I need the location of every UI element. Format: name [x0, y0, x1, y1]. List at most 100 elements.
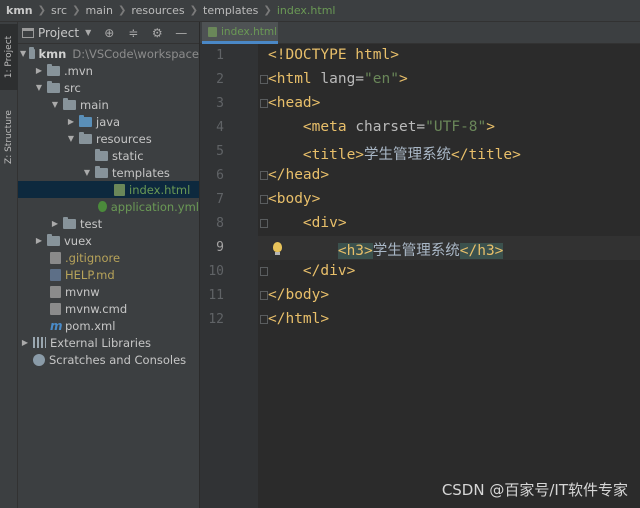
tree-item-resources[interactable]: ▼ resources [18, 130, 199, 147]
line-number: 6 [216, 168, 224, 183]
locate-icon[interactable]: ⊕ [103, 26, 115, 40]
line-number: 12 [208, 312, 224, 327]
chevron-right-icon: ❯ [189, 5, 199, 16]
dropdown-arrow-icon[interactable]: ▼ [85, 28, 91, 37]
code-line: <body> [268, 191, 321, 207]
chevron-down-icon[interactable]: ▼ [20, 49, 26, 58]
line-number: 3 [216, 96, 224, 111]
chevron-down-icon[interactable]: ▼ [50, 100, 60, 109]
resources-folder-icon [79, 131, 92, 144]
chevron-right-icon: ❯ [117, 5, 127, 16]
fold-marker-icon[interactable] [260, 99, 268, 108]
breadcrumb-item[interactable]: templates [203, 4, 258, 17]
line-number: 10 [208, 264, 224, 279]
tool-window-strip: 1: Project Z: Structure [0, 22, 18, 508]
code-line: </div> [302, 263, 356, 279]
chevron-down-icon[interactable]: ▼ [66, 134, 76, 143]
tree-item-vuex[interactable]: ▶ vuex [18, 232, 199, 249]
chevron-right-icon[interactable]: ▶ [34, 66, 44, 75]
breadcrumb-item-current[interactable]: index.html [277, 4, 336, 17]
chevron-down-icon[interactable]: ▼ [34, 83, 44, 92]
tree-item-external-libraries[interactable]: ▶ External Libraries [18, 334, 199, 351]
chevron-right-icon[interactable]: ▶ [34, 236, 44, 245]
scratches-icon [33, 353, 45, 366]
code-line-current: <h3>学生管理系统</h3> [337, 243, 504, 259]
tree-item-application-yml[interactable]: application.yml [18, 198, 199, 215]
code-line: <!DOCTYPE html> [268, 47, 399, 63]
fold-marker-icon[interactable] [260, 267, 268, 276]
text-file-icon [50, 251, 61, 264]
tree-item-help-md[interactable]: HELP.md [18, 266, 199, 283]
tree-item-pom-xml[interactable]: m pom.xml [18, 317, 199, 334]
tree-item-mvnw-cmd[interactable]: mvnw.cmd [18, 300, 199, 317]
folder-icon [63, 97, 76, 110]
editor-tab-bar: index.html [200, 22, 640, 44]
maven-icon: m [50, 318, 63, 333]
code-editor[interactable]: 1 2 3 4 5 6 7 8 9 10 11 12 <!DOCTYPE htm… [200, 44, 640, 508]
breadcrumb-item[interactable]: src [51, 4, 67, 17]
script-file-icon [50, 285, 61, 298]
tree-item-java[interactable]: ▶ java [18, 113, 199, 130]
code-line: <head> [268, 95, 321, 111]
chevron-right-icon: ❯ [72, 5, 81, 16]
tree-item-test[interactable]: ▶ test [18, 215, 199, 232]
tree-item-gitignore[interactable]: .gitignore [18, 249, 199, 266]
breadcrumb-item[interactable]: kmn [6, 4, 33, 17]
tree-item-mvn[interactable]: ▶ .mvn [18, 62, 199, 79]
project-view-selector[interactable]: Project [38, 26, 79, 40]
line-number: 4 [216, 120, 224, 135]
line-number: 2 [216, 72, 224, 87]
project-view-icon [22, 27, 34, 38]
folder-icon [95, 165, 108, 178]
fold-marker-icon[interactable] [260, 75, 268, 84]
fold-marker-icon[interactable] [260, 219, 268, 228]
chevron-right-icon: ❯ [263, 5, 272, 16]
line-number: 11 [208, 288, 224, 303]
code-line: </head> [268, 167, 330, 183]
matched-tag: </h3> [459, 243, 504, 259]
collapse-all-icon[interactable]: ≑ [127, 26, 139, 40]
code-line: </body> [268, 287, 330, 303]
fold-marker-icon[interactable] [260, 171, 268, 180]
breadcrumb-item[interactable]: resources [131, 4, 184, 17]
fold-marker-icon[interactable] [260, 195, 268, 204]
folder-icon [63, 216, 76, 229]
project-tree: ▼ kmn D:\VSCode\workspace ▶ .mvn ▼ src ▼… [18, 44, 199, 368]
tree-item-main[interactable]: ▼ main [18, 96, 199, 113]
folder-icon [95, 148, 108, 161]
yml-file-icon [98, 201, 107, 212]
folder-icon [47, 63, 60, 76]
hide-icon[interactable]: — [175, 26, 187, 40]
tree-item-mvnw[interactable]: mvnw [18, 283, 199, 300]
tree-item-scratches[interactable]: Scratches and Consoles [18, 351, 199, 368]
source-folder-icon [79, 114, 92, 127]
chevron-right-icon[interactable]: ▶ [20, 338, 30, 347]
folder-icon [47, 80, 60, 93]
line-number: 7 [216, 192, 224, 207]
tree-item-templates[interactable]: ▼ templates [18, 164, 199, 181]
code-line: <meta charset="UTF-8"> [302, 119, 495, 135]
tab-structure[interactable]: Z: Structure [0, 102, 18, 172]
line-number-current: 9 [216, 240, 224, 255]
line-number: 1 [216, 48, 224, 63]
tree-item-src[interactable]: ▼ src [18, 79, 199, 96]
gear-icon[interactable]: ⚙ [151, 26, 163, 40]
tree-item-kmn[interactable]: ▼ kmn D:\VSCode\workspace [18, 45, 199, 62]
chevron-right-icon[interactable]: ▶ [66, 117, 76, 126]
folder-icon [29, 46, 35, 59]
markdown-file-icon [50, 268, 61, 281]
tree-item-static[interactable]: static [18, 147, 199, 164]
breadcrumb: kmn ❯ src ❯ main ❯ resources ❯ templates… [0, 0, 640, 22]
fold-marker-icon[interactable] [260, 315, 268, 324]
breadcrumb-item[interactable]: main [85, 4, 112, 17]
fold-marker-icon[interactable] [260, 291, 268, 300]
tab-project[interactable]: 1: Project [0, 24, 18, 90]
html-file-icon [208, 26, 217, 37]
code-line: <html lang="en"> [268, 71, 408, 87]
editor-tab-index-html[interactable]: index.html [202, 22, 278, 44]
tree-item-index-html[interactable]: index.html [18, 181, 199, 198]
chevron-down-icon[interactable]: ▼ [82, 168, 92, 177]
code-line: <title>学生管理系统</title> [302, 147, 521, 163]
watermark: CSDN @百家号/IT软件专家 [441, 481, 628, 499]
chevron-right-icon[interactable]: ▶ [50, 219, 60, 228]
